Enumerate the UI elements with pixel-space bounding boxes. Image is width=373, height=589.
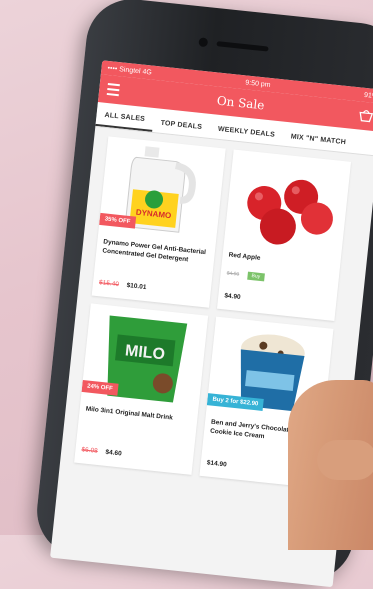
menu-icon[interactable]: [106, 83, 120, 97]
price-row: $6.08 $4.60: [81, 446, 122, 457]
milo-pack-image: MILO 24% OFF: [81, 303, 208, 410]
photo-background: •••• Singtel 4G 9:50 pm 91% On Sale ALL …: [0, 0, 373, 588]
sale-price: $14.90: [206, 459, 227, 469]
product-card[interactable]: DYNAMO 35% OFF Dynamo Power Gel Anti-Bac…: [91, 136, 226, 308]
old-price: $15.40: [98, 279, 120, 289]
price-row: $15.40 $10.01: [99, 279, 147, 291]
buy-tag: Buy: [247, 271, 265, 282]
app-title: On Sale: [216, 93, 266, 113]
red-apples-image: [224, 150, 351, 257]
sale-price: $10.01: [126, 282, 147, 292]
carrier-text: •••• Singtel 4G: [107, 64, 153, 77]
battery-text: 91%: [363, 91, 373, 100]
price-row: $14.90: [206, 459, 227, 468]
camera: [198, 37, 209, 48]
sale-price: $4.90: [223, 292, 241, 302]
product-card[interactable]: MILO 24% OFF Milo 3in1 Original Malt Dri…: [74, 303, 209, 475]
price-row: $4.90: [224, 292, 241, 301]
sale-price: $4.60: [105, 448, 123, 458]
basket-icon[interactable]: [357, 107, 373, 123]
detergent-bottle-image: DYNAMO 35% OFF: [98, 136, 225, 243]
product-card[interactable]: Red Apple $4.90 Buy $4.90: [216, 149, 352, 321]
old-price: $6.08: [81, 446, 99, 455]
speaker: [216, 41, 269, 52]
finger: [317, 440, 373, 480]
time-text: 9:50 pm: [244, 78, 271, 89]
old-price: $4.90: [226, 270, 240, 278]
